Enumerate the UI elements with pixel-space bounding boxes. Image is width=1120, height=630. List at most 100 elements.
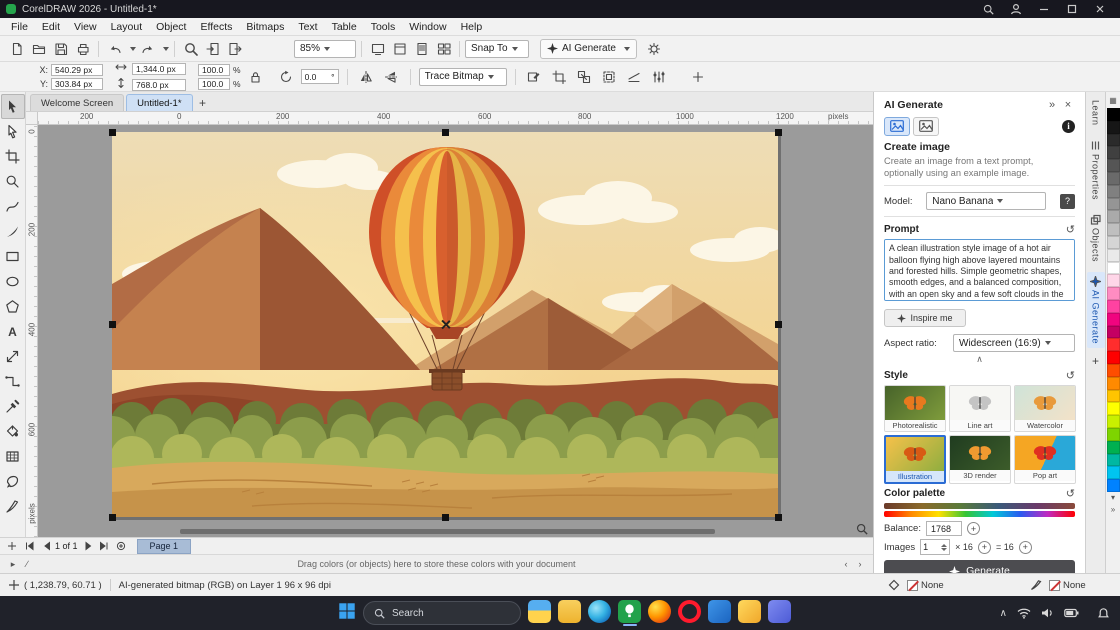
- style-reset-icon[interactable]: ↺: [1066, 369, 1075, 382]
- palette-color-swatch[interactable]: [1107, 466, 1120, 479]
- adjust-button[interactable]: [649, 66, 670, 87]
- palette-scroll-right-icon[interactable]: ›: [853, 557, 867, 571]
- docker-tab-properties[interactable]: Properties: [1087, 136, 1105, 204]
- menu-help[interactable]: Help: [454, 20, 490, 34]
- file-explorer-icon[interactable]: [528, 600, 551, 627]
- canvas-zoom-icon[interactable]: [856, 523, 868, 535]
- menu-tools[interactable]: Tools: [364, 20, 403, 34]
- docker-tab-ai-generate[interactable]: AI Generate: [1087, 272, 1105, 348]
- generate-button[interactable]: Generate: [884, 560, 1075, 573]
- selection-handle[interactable]: [442, 514, 449, 521]
- style-option-pop-art[interactable]: Pop art: [1014, 435, 1076, 484]
- object-width-field[interactable]: 1,344.0 px: [132, 63, 186, 75]
- images-count-stepper[interactable]: 1: [920, 539, 950, 555]
- selection-handle[interactable]: [109, 129, 116, 136]
- account-icon[interactable]: [1002, 0, 1030, 18]
- go-to-page-button[interactable]: [114, 539, 129, 553]
- yellow-app-icon[interactable]: [738, 600, 761, 627]
- fullscreen-preview-button[interactable]: [367, 38, 388, 59]
- aspect-ratio-select[interactable]: Widescreen (16:9): [953, 334, 1075, 352]
- ellipse-tool[interactable]: [1, 269, 25, 294]
- zoom-tool[interactable]: [1, 169, 25, 194]
- tab-welcome-screen[interactable]: Welcome Screen: [30, 94, 124, 111]
- palette-gradient-muted[interactable]: [884, 503, 1075, 509]
- menu-text[interactable]: Text: [291, 20, 324, 34]
- palette-gradient-vivid[interactable]: [884, 511, 1075, 517]
- import-button[interactable]: [202, 38, 223, 59]
- horizontal-ruler[interactable]: 200 0 200 400 600 800 1000 1200 pixels: [38, 112, 873, 125]
- add-property-button[interactable]: [688, 66, 709, 87]
- firefox-browser-icon[interactable]: [648, 600, 671, 627]
- palette-color-swatch[interactable]: [1107, 441, 1120, 454]
- collapse-section-chevron[interactable]: ∧: [884, 355, 1075, 366]
- titlebar-search-icon[interactable]: [974, 0, 1002, 18]
- balance-value-field[interactable]: 1768: [926, 521, 962, 536]
- notification-bell-icon[interactable]: [1097, 607, 1110, 620]
- redo-button[interactable]: [137, 38, 158, 59]
- palette-color-swatch[interactable]: [1107, 300, 1120, 313]
- rotation-angle-field[interactable]: 0.0°: [301, 69, 339, 84]
- straighten-image-button[interactable]: [624, 66, 645, 87]
- selection-handle[interactable]: [109, 321, 116, 328]
- volume-icon[interactable]: [1041, 607, 1054, 619]
- info-icon[interactable]: i: [1062, 120, 1075, 133]
- snap-to-select[interactable]: Snap To: [465, 40, 529, 58]
- new-tab-button[interactable]: +: [195, 95, 211, 111]
- palette-color-swatch[interactable]: [1107, 146, 1120, 159]
- menu-effects[interactable]: Effects: [193, 20, 239, 34]
- selection-handle[interactable]: [775, 129, 782, 136]
- bitmap-border-button[interactable]: [599, 66, 620, 87]
- palette-color-swatch[interactable]: [1107, 351, 1120, 364]
- menu-window[interactable]: Window: [402, 20, 453, 34]
- menu-bitmaps[interactable]: Bitmaps: [239, 20, 291, 34]
- palette-color-swatch[interactable]: [1107, 377, 1120, 390]
- page-1-tab[interactable]: Page 1: [137, 539, 192, 554]
- palette-color-swatch[interactable]: [1107, 338, 1120, 351]
- inspire-me-button[interactable]: Inspire me: [884, 309, 966, 327]
- style-option-photorealistic[interactable]: Photorealistic: [884, 385, 946, 432]
- edit-bitmap-button[interactable]: [524, 66, 545, 87]
- panel-collapse-icon[interactable]: »: [1045, 99, 1059, 111]
- first-page-button[interactable]: [21, 539, 36, 553]
- lock-ratio-button[interactable]: [245, 66, 266, 87]
- dimension-tool[interactable]: [1, 344, 25, 369]
- maximize-button[interactable]: [1058, 0, 1086, 18]
- opera-browser-icon[interactable]: [678, 600, 701, 627]
- style-option-illustration[interactable]: Illustration: [884, 435, 946, 484]
- new-document-button[interactable]: [6, 38, 27, 59]
- palette-options-icon[interactable]: ▦: [1107, 94, 1120, 106]
- palette-reset-icon[interactable]: ↺: [1066, 487, 1075, 500]
- palette-color-swatch[interactable]: [1107, 402, 1120, 415]
- palette-color-swatch[interactable]: [1107, 274, 1120, 287]
- undo-dropdown[interactable]: [126, 38, 136, 59]
- redo-dropdown[interactable]: [159, 38, 169, 59]
- palette-color-swatch[interactable]: [1107, 287, 1120, 300]
- mirror-vertical-button[interactable]: [381, 66, 402, 87]
- resample-bitmap-button[interactable]: [574, 66, 595, 87]
- ai-generate-toolbar-button[interactable]: AI Generate: [540, 39, 637, 59]
- taskbar-search[interactable]: Search: [363, 601, 521, 625]
- docker-add-button[interactable]: +: [1088, 354, 1103, 369]
- scale-y-field[interactable]: 100.0: [198, 78, 230, 90]
- y-position-field[interactable]: 303.84 px: [51, 78, 103, 90]
- add-page-button[interactable]: [4, 539, 19, 553]
- panel-close-icon[interactable]: ×: [1061, 99, 1075, 111]
- tray-chevron-up-icon[interactable]: ∧: [1000, 608, 1007, 619]
- save-button[interactable]: [50, 38, 71, 59]
- palette-color-swatch[interactable]: [1107, 210, 1120, 223]
- selection-handle[interactable]: [109, 514, 116, 521]
- trace-bitmap-button[interactable]: Trace Bitmap: [419, 68, 507, 86]
- palette-flyout-icon[interactable]: »: [1107, 504, 1120, 516]
- palette-color-swatch[interactable]: [1107, 479, 1120, 492]
- edge-browser-icon[interactable]: [588, 600, 611, 627]
- docker-tab-learn[interactable]: Learn: [1087, 96, 1105, 130]
- tab-untitled-1[interactable]: Untitled-1*: [126, 94, 192, 111]
- prompt-input[interactable]: A clean illustration style image of a ho…: [884, 239, 1075, 301]
- create-image-tab[interactable]: [884, 117, 910, 136]
- folder-icon[interactable]: [558, 600, 581, 627]
- menu-object[interactable]: Object: [149, 20, 193, 34]
- selection-handle[interactable]: [775, 321, 782, 328]
- vertical-ruler[interactable]: 0 200 400 600 pixels: [26, 125, 38, 537]
- palette-color-swatch[interactable]: [1107, 364, 1120, 377]
- freehand-tool[interactable]: [1, 194, 25, 219]
